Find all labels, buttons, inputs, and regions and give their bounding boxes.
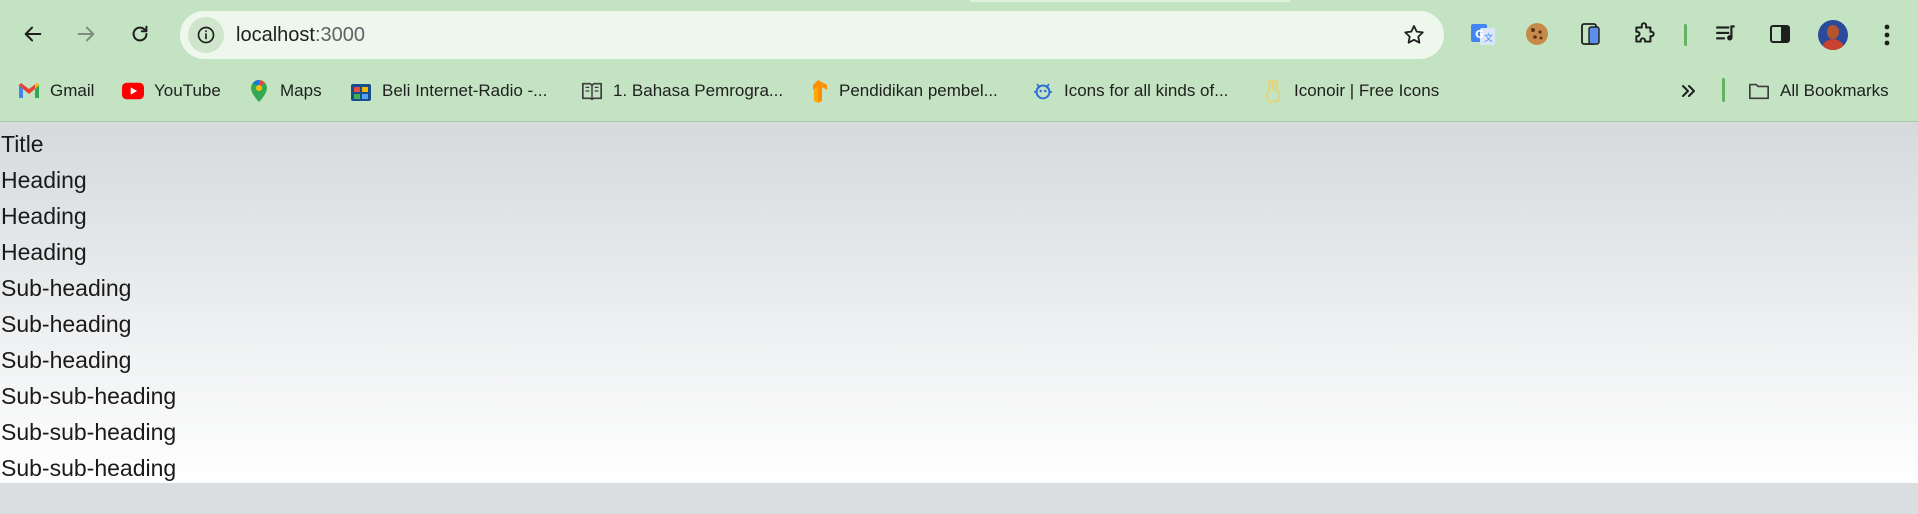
site-info-button[interactable]: [188, 17, 224, 53]
sub-sub-heading: Sub-sub-heading: [1, 383, 177, 409]
star-icon: [1404, 25, 1424, 44]
bookmarks-divider: [1722, 78, 1725, 102]
cookie-icon: [1526, 23, 1548, 45]
url-text[interactable]: localhost:3000: [236, 24, 365, 47]
page-title: Title: [1, 131, 44, 157]
bookmark-gmail[interactable]: Gmail: [18, 78, 94, 104]
bookmark-label: Icons for all kinds of...: [1064, 81, 1229, 100]
sub-sub-heading: Sub-sub-heading: [1, 419, 177, 445]
tab-strip-edge: [970, 0, 1290, 2]
all-bookmarks-button[interactable]: All Bookmarks: [1748, 78, 1889, 104]
url-host: localhost: [236, 24, 315, 46]
heading: Heading: [1, 167, 87, 193]
bookmark-radio-store[interactable]: Beli Internet-Radio -...: [350, 78, 547, 104]
sub-heading: Sub-heading: [1, 347, 132, 373]
bookmark-label: 1. Bahasa Pemrogra...: [613, 81, 784, 100]
translate-extension-button[interactable]: G 文: [1466, 17, 1500, 51]
more-vertical-icon: [1884, 24, 1890, 46]
heading: Heading: [1, 203, 87, 229]
more-bookmarks-button[interactable]: [1676, 78, 1702, 104]
google-translate-icon: G 文: [1471, 24, 1495, 45]
device-extension-button[interactable]: [1574, 17, 1608, 51]
chrome-menu-button[interactable]: [1872, 20, 1902, 50]
all-bookmarks-label: All Bookmarks: [1780, 81, 1889, 100]
tensorflow-icon: [807, 80, 829, 103]
bookmark-iconoir[interactable]: Iconoir | Free Icons: [1262, 78, 1439, 104]
reload-icon: [132, 25, 148, 42]
cookie-extension-button[interactable]: [1520, 17, 1554, 51]
queue-music-icon: [1716, 25, 1735, 41]
side-panel-icon: [1770, 25, 1790, 43]
profile-avatar[interactable]: [1818, 20, 1848, 50]
page-background: [0, 483, 1918, 514]
svg-text:文: 文: [1484, 32, 1493, 44]
bookmark-bahasa-pemrograman[interactable]: 1. Bahasa Pemrogra...: [581, 78, 783, 104]
youtube-icon: [122, 80, 144, 102]
book-icon: [581, 80, 603, 102]
avatar-face: [1827, 25, 1839, 39]
browser-chrome: localhost:3000 G 文 Gmail YouTube Maps Be…: [0, 0, 1918, 122]
bookmark-maps[interactable]: Maps: [248, 78, 322, 104]
bookmark-star-button[interactable]: [1400, 21, 1428, 49]
bookmark-label: Gmail: [50, 81, 95, 100]
bookmark-label: YouTube: [154, 81, 221, 100]
media-controls-button[interactable]: [1709, 17, 1743, 51]
back-button[interactable]: [13, 14, 53, 54]
address-bar[interactable]: localhost:3000: [180, 11, 1444, 59]
side-panel-button[interactable]: [1763, 17, 1797, 51]
extensions-button[interactable]: [1628, 17, 1662, 51]
forward-button[interactable]: [66, 14, 106, 54]
icons-site-icon: [1032, 80, 1054, 102]
bookmark-label: Iconoir | Free Icons: [1294, 81, 1440, 100]
toolbar-divider: [1684, 24, 1687, 46]
reload-button[interactable]: [120, 14, 160, 54]
bookmark-label: Beli Internet-Radio -...: [382, 81, 548, 100]
bookmark-youtube[interactable]: YouTube: [122, 78, 221, 104]
mobile-device-icon: [1581, 23, 1600, 45]
bookmark-label: Maps: [280, 81, 322, 100]
svg-text:G: G: [1475, 28, 1484, 41]
radio-store-icon: [350, 80, 372, 102]
info-icon: [197, 26, 215, 44]
sub-sub-heading: Sub-sub-heading: [1, 455, 177, 481]
arrow-right-icon: [77, 26, 95, 42]
folder-icon: [1748, 80, 1770, 102]
peace-hand-icon: [1262, 79, 1284, 103]
heading: Heading: [1, 239, 87, 265]
avatar-shirt: [1821, 39, 1845, 50]
arrow-left-icon: [24, 26, 42, 42]
puzzle-icon: [1635, 22, 1655, 43]
bookmark-pendidikan[interactable]: Pendidikan pembel...: [807, 78, 998, 104]
sub-heading: Sub-heading: [1, 311, 132, 337]
page-viewport: Title Heading Heading Heading Sub-headin…: [0, 123, 1918, 483]
bookmark-icons-for-all[interactable]: Icons for all kinds of...: [1032, 78, 1228, 104]
bookmark-label: Pendidikan pembel...: [839, 81, 998, 100]
maps-icon: [248, 80, 270, 102]
double-chevron-right-icon: [1682, 85, 1695, 97]
sub-heading: Sub-heading: [1, 275, 132, 301]
gmail-icon: [18, 80, 40, 102]
url-port: :3000: [314, 24, 365, 46]
